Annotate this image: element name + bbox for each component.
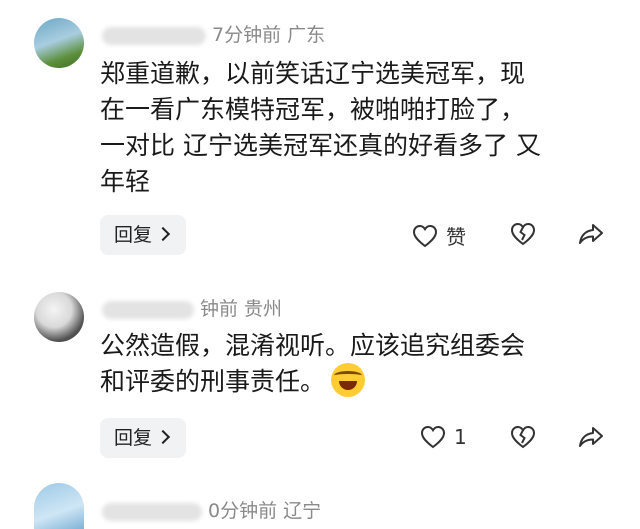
share-icon	[579, 427, 603, 447]
comment-meta: 0分钟前 辽宁	[102, 496, 321, 523]
comment-meta: 钟前 贵州	[102, 294, 282, 321]
share-icon	[579, 224, 603, 244]
like-count: 1	[454, 425, 467, 449]
laughing-crying-emoji	[331, 363, 366, 397]
heart-icon	[420, 425, 446, 449]
comment-body: 公然造假，混淆视听。应该追究组委会 和评委的刑事责任。	[100, 328, 600, 400]
dislike-button[interactable]	[510, 222, 536, 246]
avatar[interactable]	[34, 18, 84, 68]
reply-label: 回复	[114, 427, 153, 449]
chevron-right-icon	[155, 226, 171, 242]
reply-label: 回复	[114, 224, 153, 246]
avatar[interactable]	[34, 292, 84, 342]
comment-meta: 7分钟前 广东	[102, 20, 325, 47]
heart-icon	[412, 224, 438, 247]
comment-line: 公然造假，混淆视听。应该追究组委会	[100, 331, 526, 360]
comment-line: 在一看广东模特冠军，被啪啪打脸了，	[100, 95, 526, 124]
broken-heart-icon	[510, 425, 536, 449]
comment-line: 和评委的刑事责任。	[100, 363, 600, 400]
avatar[interactable]	[34, 483, 84, 529]
share-button[interactable]	[578, 425, 604, 449]
like-label: 赞	[446, 225, 466, 249]
reply-button[interactable]: 回复	[100, 215, 186, 255]
like-button[interactable]: 1	[420, 425, 467, 449]
dislike-button[interactable]	[510, 425, 536, 449]
comment-body: 郑重道歉，以前笑话辽宁选美冠军，现 在一看广东模特冠军，被啪啪打脸了， 一对比 …	[100, 56, 600, 200]
share-button[interactable]	[578, 222, 604, 246]
comment-line: 年轻	[100, 167, 151, 196]
reply-button[interactable]: 回复	[100, 418, 186, 458]
comment-line: 一对比 辽宁选美冠军还真的好看多了 又	[100, 131, 541, 160]
comment-line: 郑重道歉，以前笑话辽宁选美冠军，现	[100, 59, 526, 88]
broken-heart-icon	[510, 222, 536, 246]
like-button[interactable]: 赞	[412, 221, 466, 250]
chevron-right-icon	[155, 429, 171, 445]
